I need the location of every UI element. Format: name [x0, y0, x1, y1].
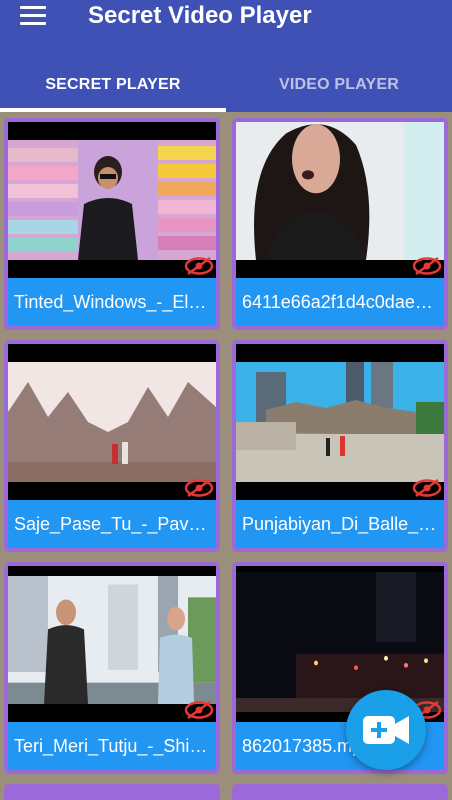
thumbnail-image — [236, 572, 444, 712]
app-bar: Secret Video Player SECRET PLAYER VIDEO … — [0, 0, 452, 112]
app-title: Secret Video Player — [88, 2, 312, 29]
video-thumbnail — [8, 122, 216, 278]
video-thumbnail — [8, 344, 216, 500]
thumbnail-image — [236, 362, 444, 482]
thumbnail-image — [8, 140, 216, 260]
video-title: Teri_Meri_Tutju_-_Shivj... — [8, 722, 216, 770]
video-card[interactable]: Teri_Meri_Tutju_-_Shivj... — [4, 562, 220, 774]
eye-slash-icon — [184, 256, 214, 276]
video-title: Saje_Pase_Tu_-_Pavvy_... — [8, 500, 216, 548]
add-video-icon — [363, 716, 409, 744]
video-thumbnail — [236, 122, 444, 278]
video-card[interactable] — [232, 784, 448, 800]
video-title: Punjabiyan_Di_Balle_B... — [236, 500, 444, 548]
thumbnail-image — [8, 362, 216, 482]
video-thumbnail — [236, 344, 444, 500]
tab-bar: SECRET PLAYER VIDEO PLAYER — [0, 58, 452, 112]
video-thumbnail — [236, 566, 444, 722]
eye-slash-icon — [412, 478, 442, 498]
eye-slash-icon — [412, 256, 442, 276]
thumbnail-image — [8, 576, 216, 704]
eye-slash-icon — [184, 700, 214, 720]
video-title: 6411e66a2f1d4c0daec... — [236, 278, 444, 326]
video-card[interactable]: Punjabiyan_Di_Balle_B... — [232, 340, 448, 552]
video-thumbnail — [8, 566, 216, 722]
menu-icon[interactable] — [20, 6, 46, 26]
thumbnail-image — [236, 122, 444, 260]
eye-slash-icon — [184, 478, 214, 498]
video-card[interactable]: 6411e66a2f1d4c0daec... — [232, 118, 448, 330]
tab-video-player[interactable]: VIDEO PLAYER — [226, 58, 452, 112]
video-card[interactable]: Tinted_Windows_-_Elly... — [4, 118, 220, 330]
tab-secret-player[interactable]: SECRET PLAYER — [0, 58, 226, 112]
add-video-button[interactable] — [346, 690, 426, 770]
video-card[interactable] — [4, 784, 220, 800]
video-title: Tinted_Windows_-_Elly... — [8, 278, 216, 326]
video-card[interactable]: Saje_Pase_Tu_-_Pavvy_... — [4, 340, 220, 552]
